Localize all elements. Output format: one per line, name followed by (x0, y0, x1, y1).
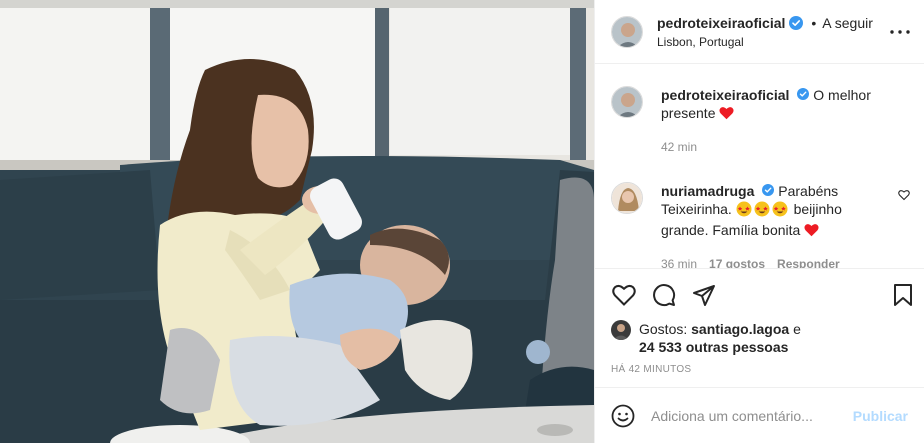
comment-likes[interactable]: 17 gostos (709, 255, 765, 268)
following-button[interactable]: A seguir (822, 15, 873, 31)
caption-body: pedroteixeiraoficial O melhor presente 4… (661, 86, 908, 156)
liker-username[interactable]: santiago.lagoa (691, 321, 789, 337)
caption: pedroteixeiraoficial O melhor presente 4… (611, 86, 908, 156)
caption-username[interactable]: pedroteixeiraoficial (661, 87, 789, 103)
comments-list: pedroteixeiraoficial O melhor presente 4… (595, 64, 924, 268)
verified-badge-icon (789, 15, 804, 30)
posted-time[interactable]: HÁ 42 MINUTOS (595, 356, 924, 375)
reply-button[interactable]: Responder (777, 255, 840, 268)
star-eyes-emoji-icon (736, 201, 752, 221)
post-photo[interactable] (0, 0, 594, 443)
likes-summary: Gostos: santiago.lagoa e 24 533 outras p… (595, 320, 924, 356)
red-heart-emoji-icon (719, 106, 734, 124)
bookmark-icon[interactable] (888, 280, 918, 310)
comment: nuriamadruga Parabéns Teixeirinha. beiji… (611, 182, 910, 268)
more-options-icon[interactable] (888, 20, 912, 44)
action-bar (595, 268, 924, 320)
header-row: pedroteixeiraoficial • A seguir (657, 15, 888, 31)
comment-username[interactable]: nuriamadruga (661, 183, 754, 199)
star-eyes-emoji-icon (754, 201, 770, 221)
heart-icon[interactable] (609, 280, 639, 310)
author-avatar[interactable] (611, 15, 643, 48)
share-icon[interactable] (689, 280, 719, 310)
likes-prefix: Gostos: (639, 321, 688, 337)
verified-badge-icon (762, 184, 775, 196)
publish-button[interactable]: Publicar (853, 408, 908, 424)
comment-body: nuriamadruga Parabéns Teixeirinha. beiji… (661, 182, 908, 268)
like-comment-heart-icon[interactable] (898, 188, 910, 204)
star-eyes-emoji-icon (772, 201, 788, 221)
comment-meta: 36 min 17 gostos Responder (661, 255, 890, 268)
liker-avatar[interactable] (611, 320, 631, 340)
caption-time[interactable]: 42 min (661, 138, 697, 156)
comment-icon[interactable] (649, 280, 679, 310)
add-comment-bar: Publicar (595, 387, 924, 443)
likes-others[interactable]: 24 533 outras pessoas (639, 339, 788, 355)
photo-image (0, 0, 594, 443)
post-view: pedroteixeiraoficial • A seguir Lisbon, … (0, 0, 924, 443)
author-username[interactable]: pedroteixeiraoficial (657, 15, 785, 31)
likes-text: Gostos: santiago.lagoa e 24 533 outras p… (639, 320, 801, 356)
comment-input[interactable] (651, 407, 853, 424)
author-avatar[interactable] (611, 86, 643, 118)
emoji-icon[interactable] (611, 404, 635, 428)
post-location[interactable]: Lisbon, Portugal (657, 35, 888, 49)
commenter-avatar[interactable] (611, 182, 643, 214)
post-side-panel: pedroteixeiraoficial • A seguir Lisbon, … (594, 0, 924, 443)
header-text: pedroteixeiraoficial • A seguir Lisbon, … (657, 15, 888, 49)
red-heart-emoji-icon (804, 223, 819, 241)
verified-badge-icon (797, 88, 810, 100)
separator-dot: • (811, 14, 817, 31)
likes-connector: e (793, 321, 801, 337)
caption-meta: 42 min (661, 138, 890, 156)
post-header: pedroteixeiraoficial • A seguir Lisbon, … (595, 0, 924, 64)
comment-time[interactable]: 36 min (661, 255, 697, 268)
